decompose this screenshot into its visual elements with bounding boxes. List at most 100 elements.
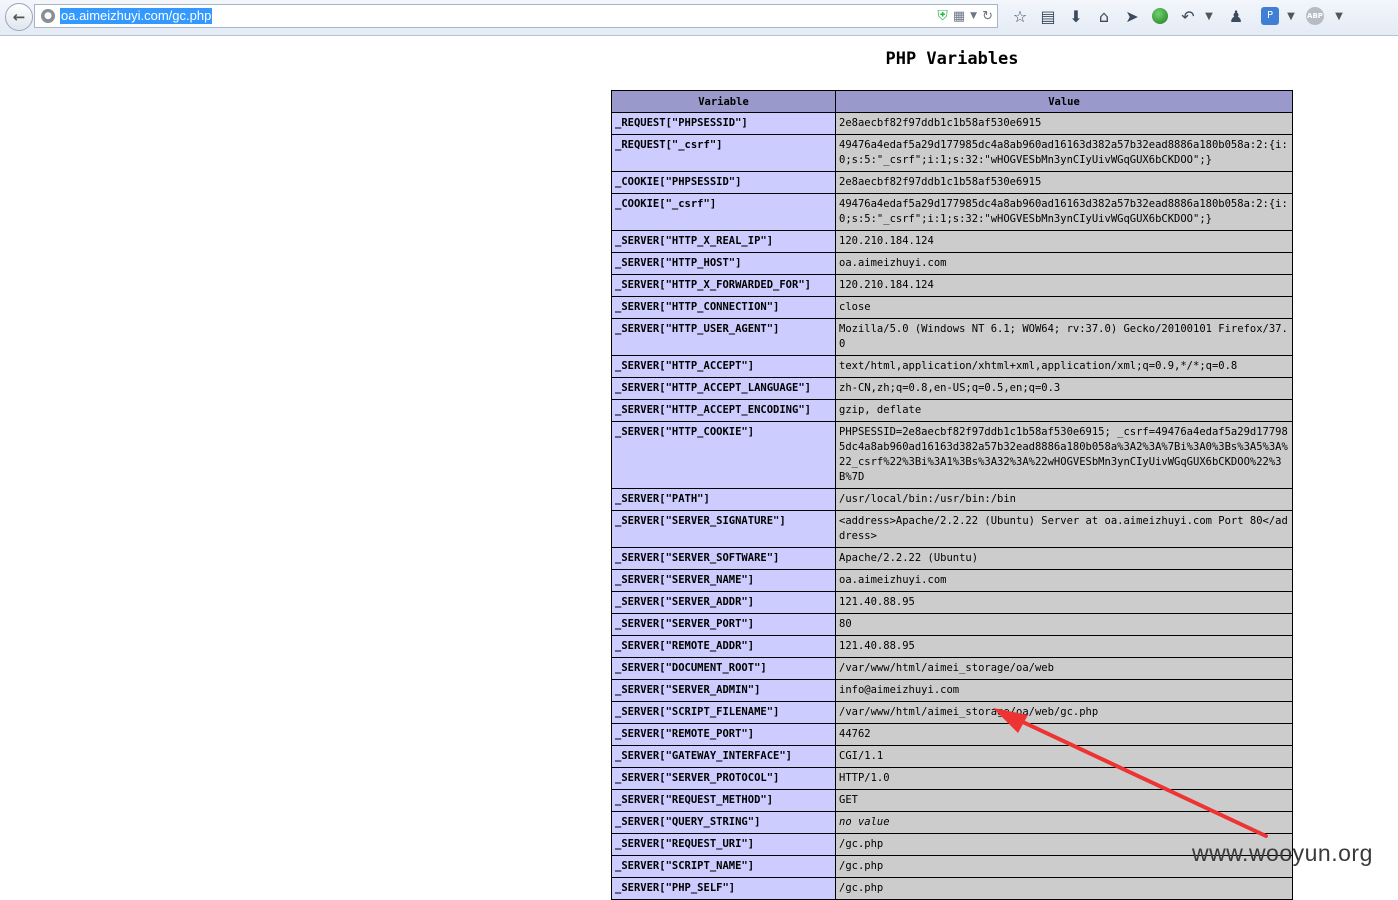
variable-value: 49476a4edaf5a29d177985dc4a8ab960ad16163d…: [835, 134, 1293, 172]
variable-value: oa.aimeizhuyi.com: [835, 252, 1293, 275]
table-row: _SERVER["HTTP_ACCEPT"] text/html,applicat…: [611, 355, 1293, 378]
variable-name: _SERVER["HTTP_USER_AGENT"]: [611, 318, 836, 356]
variable-name: _SERVER["HTTP_X_REAL_IP"]: [611, 230, 836, 253]
table-row: _SERVER["SERVER_SIGNATURE"] <address>Apac…: [611, 510, 1293, 548]
qr-code-icon[interactable]: ▦: [953, 9, 965, 24]
dropdown-icon[interactable]: ▼: [1284, 4, 1298, 28]
back-icon[interactable]: ←: [5, 3, 33, 31]
shield-icon[interactable]: ⛨: [937, 8, 948, 24]
bookmark-star-icon[interactable]: ☆: [1006, 4, 1034, 28]
variable-value: gzip, deflate: [835, 399, 1293, 422]
globe-icon: ●: [41, 9, 55, 23]
variable-value: HTTP/1.0: [835, 767, 1293, 790]
variable-value: info@aimeizhuyi.com: [835, 679, 1293, 702]
variable-name: _COOKIE["PHPSESSID"]: [611, 171, 836, 194]
variable-name: _SERVER["REMOTE_ADDR"]: [611, 635, 836, 658]
variable-name: _REQUEST["_csrf"]: [611, 134, 836, 172]
table-row: _SERVER["HTTP_USER_AGENT"] Mozilla/5.0 (W…: [611, 318, 1293, 356]
variable-name: _SERVER["PHP_SELF"]: [611, 877, 836, 900]
table-row: _SERVER["QUERY_STRING"] no value: [611, 811, 1293, 834]
variable-value: 44762: [835, 723, 1293, 746]
variable-value: <address>Apache/2.2.22 (Ubuntu) Server a…: [835, 510, 1293, 548]
translate-icon[interactable]: P: [1256, 4, 1284, 28]
toolbar-icons: ☆ ▤ ⬇ ⌂ ➤ ↶ ▼ ♟ P ▼ ABP ▼: [1006, 4, 1346, 28]
table-row: _SERVER["GATEWAY_INTERFACE"] CGI/1.1: [611, 745, 1293, 768]
variable-name: _SERVER["SERVER_ADMIN"]: [611, 679, 836, 702]
table-row: _SERVER["SERVER_ADMIN"] info@aimeizhuyi.c…: [611, 679, 1293, 702]
variable-value: 80: [835, 613, 1293, 636]
page-content: PHP Variables Variable Value _REQUEST["P…: [0, 37, 1398, 900]
table-row: _SERVER["SERVER_PROTOCOL"] HTTP/1.0: [611, 767, 1293, 790]
table-row: _SERVER["HTTP_ACCEPT_ENCODING"] gzip, def…: [611, 399, 1293, 422]
variable-value: 2e8aecbf82f97ddb1c1b58af530e6915: [835, 171, 1293, 194]
table-row: _SERVER["SCRIPT_FILENAME"]/var/www/html/…: [611, 701, 1293, 724]
variable-value: 121.40.88.95: [835, 591, 1293, 614]
undo-icon[interactable]: ↶: [1174, 4, 1202, 28]
variable-value: 121.40.88.95: [835, 635, 1293, 658]
table-row: _SERVER["PATH"]/usr/local/bin:/usr/bin:/…: [611, 488, 1293, 511]
table-row: _SERVER["SERVER_ADDR"] 121.40.88.95: [611, 591, 1293, 614]
table-row: _SERVER["HTTP_COOKIE"] PHPSESSID=2e8aecbf…: [611, 421, 1293, 489]
variable-name: _SERVER["SERVER_PROTOCOL"]: [611, 767, 836, 790]
home-icon[interactable]: ⌂: [1090, 4, 1118, 28]
variable-value: Mozilla/5.0 (Windows NT 6.1; WOW64; rv:3…: [835, 318, 1293, 356]
table-header-row: Variable Value: [611, 90, 1293, 113]
variable-name: _SERVER["SERVER_NAME"]: [611, 569, 836, 592]
variable-name: _SERVER["SERVER_PORT"]: [611, 613, 836, 636]
variable-value: /usr/local/bin:/usr/bin:/bin: [835, 488, 1293, 511]
send-icon[interactable]: ➤: [1118, 4, 1146, 28]
variable-name: _SERVER["HTTP_COOKIE"]: [611, 421, 836, 489]
variable-value: no value: [835, 811, 1293, 834]
variable-name: _SERVER["SERVER_SIGNATURE"]: [611, 510, 836, 548]
variable-value: close: [835, 296, 1293, 319]
address-bar-icons: ⛨ ▦ ▼ ↻: [937, 7, 993, 25]
dropdown-icon[interactable]: ▼: [1202, 4, 1216, 28]
variable-value: /var/www/html/aimei_storage/oa/web/gc.ph…: [835, 701, 1293, 724]
variable-name: _SERVER["SCRIPT_FILENAME"]: [611, 701, 836, 724]
php-variables-table: Variable Value _REQUEST["PHPSESSID"] 2e8a…: [611, 90, 1293, 900]
table-row: _SERVER["DOCUMENT_ROOT"]/var/www/html/ai…: [611, 657, 1293, 680]
header-value: Value: [835, 90, 1293, 113]
table-row: _SERVER["REQUEST_URI"]/gc.php: [611, 833, 1293, 856]
download-icon[interactable]: ⬇: [1062, 4, 1090, 28]
dropdown-icon[interactable]: ▼: [1332, 4, 1346, 28]
table-body: _REQUEST["PHPSESSID"] 2e8aecbf82f97ddb1c1…: [611, 112, 1293, 900]
variable-value: 120.210.184.124: [835, 274, 1293, 297]
variable-name: _SERVER["REMOTE_PORT"]: [611, 723, 836, 746]
clipboard-icon[interactable]: ▤: [1034, 4, 1062, 28]
table-row: _SERVER["HTTP_X_FORWARDED_FOR"] 120.210.1…: [611, 274, 1293, 297]
variable-name: _SERVER["SCRIPT_NAME"]: [611, 855, 836, 878]
variable-value: /var/www/html/aimei_storage/oa/web: [835, 657, 1293, 680]
variable-name: _SERVER["REQUEST_URI"]: [611, 833, 836, 856]
variable-name: _SERVER["QUERY_STRING"]: [611, 811, 836, 834]
table-row: _REQUEST["_csrf"] 49476a4edaf5a29d177985d…: [611, 134, 1293, 172]
reload-icon[interactable]: ↻: [982, 9, 993, 24]
variable-name: _SERVER["DOCUMENT_ROOT"]: [611, 657, 836, 680]
table-row: _SERVER["SERVER_NAME"] oa.aimeizhuyi.com: [611, 569, 1293, 592]
table-row: _SERVER["REMOTE_ADDR"] 121.40.88.95: [611, 635, 1293, 658]
table-row: _SERVER["PHP_SELF"]/gc.php: [611, 877, 1293, 900]
variable-name: _SERVER["SERVER_SOFTWARE"]: [611, 547, 836, 570]
variable-name: _SERVER["REQUEST_METHOD"]: [611, 789, 836, 812]
variable-name: _SERVER["GATEWAY_INTERFACE"]: [611, 745, 836, 768]
user-icon[interactable]: ♟: [1216, 4, 1256, 28]
green-ball-icon[interactable]: [1146, 4, 1174, 28]
table-row: _SERVER["HTTP_ACCEPT_LANGUAGE"] zh-CN,zh;…: [611, 377, 1293, 400]
table-row: _COOKIE["_csrf"] 49476a4edaf5a29d177985dc…: [611, 193, 1293, 231]
variable-value: 120.210.184.124: [835, 230, 1293, 253]
table-row: _SERVER["REQUEST_METHOD"] GET: [611, 789, 1293, 812]
variable-value: CGI/1.1: [835, 745, 1293, 768]
table-row: _SERVER["HTTP_CONNECTION"] close: [611, 296, 1293, 319]
url-text[interactable]: oa.aimeizhuyi.com/gc.php: [60, 8, 213, 24]
table-row: _SERVER["HTTP_X_REAL_IP"] 120.210.184.124: [611, 230, 1293, 253]
variable-name: _SERVER["HTTP_X_FORWARDED_FOR"]: [611, 274, 836, 297]
dropdown-icon[interactable]: ▼: [970, 11, 977, 21]
variable-value: Apache/2.2.22 (Ubuntu): [835, 547, 1293, 570]
variable-name: _REQUEST["PHPSESSID"]: [611, 112, 836, 135]
address-bar[interactable]: ● oa.aimeizhuyi.com/gc.php ⛨ ▦ ▼ ↻: [34, 4, 998, 28]
table-row: _SERVER["SCRIPT_NAME"]/gc.php: [611, 855, 1293, 878]
variable-name: _SERVER["HTTP_ACCEPT_ENCODING"]: [611, 399, 836, 422]
page-title: PHP Variables: [885, 49, 1019, 69]
variable-name: _SERVER["SERVER_ADDR"]: [611, 591, 836, 614]
adblock-icon[interactable]: ABP: [1298, 4, 1332, 28]
